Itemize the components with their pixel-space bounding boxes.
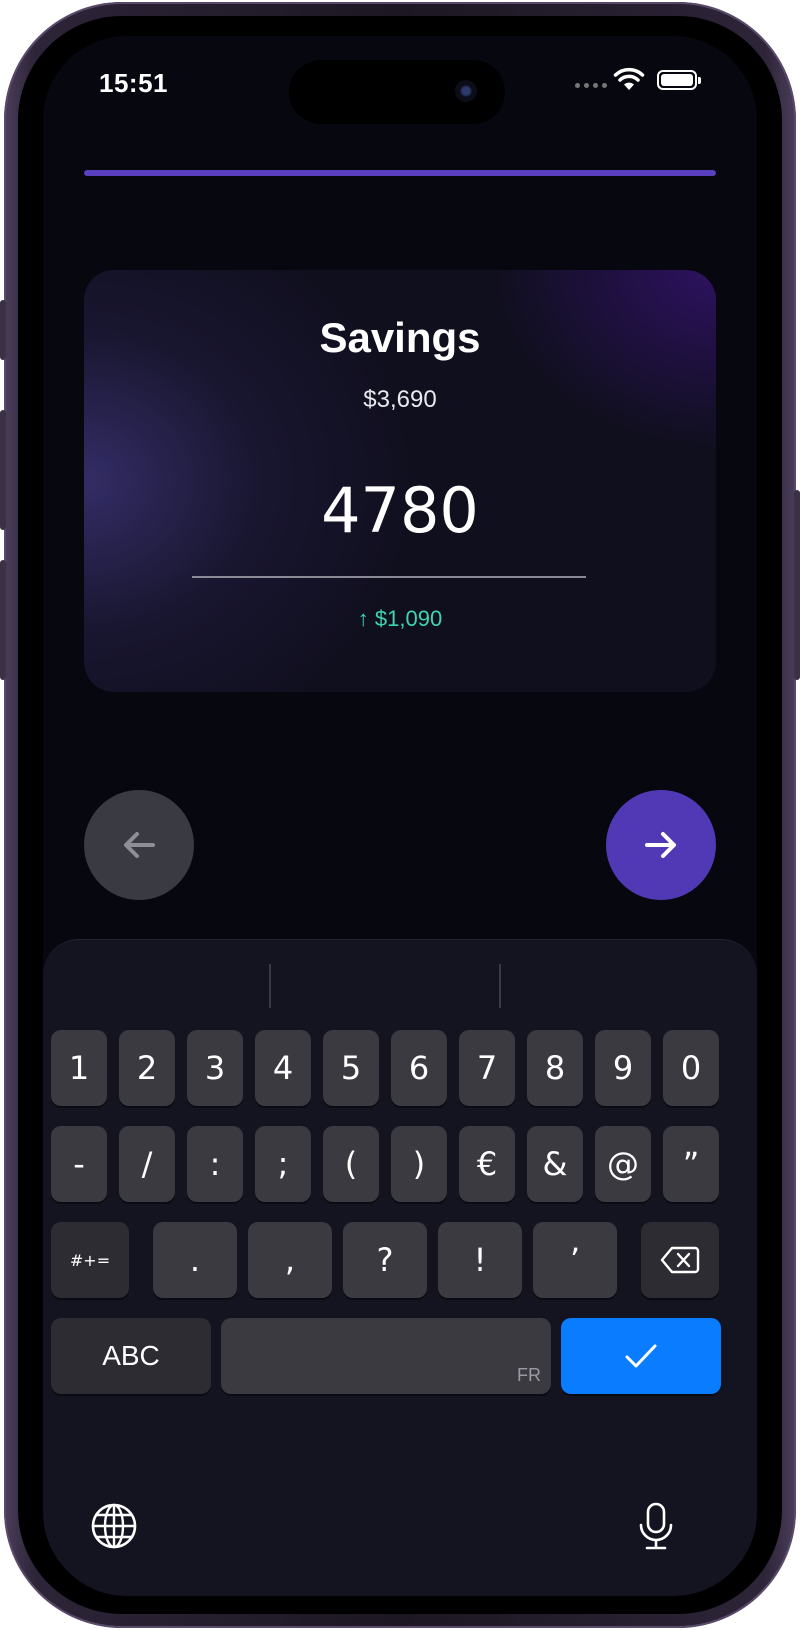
camera-icon [455, 80, 477, 102]
key-hyphen[interactable]: - [51, 1126, 107, 1202]
side-button-action [0, 300, 6, 360]
key-euro[interactable]: € [459, 1126, 515, 1202]
key-colon[interactable]: : [187, 1126, 243, 1202]
amount-underline [192, 576, 586, 578]
next-button[interactable] [606, 790, 716, 900]
card-title: Savings [319, 314, 481, 361]
key-symbols-shift[interactable]: #+= [51, 1222, 129, 1298]
side-button-power [794, 490, 800, 680]
current-balance: $3,690 [363, 386, 437, 413]
key-comma[interactable]: , [248, 1222, 332, 1298]
key-semicolon[interactable]: ; [255, 1126, 311, 1202]
arrow-right-icon [645, 832, 676, 858]
key-0[interactable]: 0 [663, 1030, 719, 1106]
amount-input[interactable] [200, 474, 600, 547]
keyboard: 1 2 3 4 5 6 7 8 9 0 - / : ; ( ) € & @ ” … [43, 939, 757, 1596]
savings-card: Savings $3,690 ↑ $1,090 [84, 270, 716, 692]
side-button-volume-up [0, 410, 6, 530]
key-8[interactable]: 8 [527, 1030, 583, 1106]
key-paren-close[interactable]: ) [391, 1126, 447, 1202]
space-bar[interactable]: FR [221, 1318, 551, 1394]
keyboard-language-label: FR [517, 1365, 541, 1385]
wifi-icon [613, 67, 645, 90]
delete-button[interactable] [641, 1222, 719, 1298]
globe-icon[interactable] [89, 1501, 139, 1551]
key-3[interactable]: 3 [187, 1030, 243, 1106]
key-exclamation[interactable]: ! [438, 1222, 522, 1298]
status-time: 15:51 [99, 68, 168, 98]
key-5[interactable]: 5 [323, 1030, 379, 1106]
key-1[interactable]: 1 [51, 1030, 107, 1106]
amount-delta: ↑ $1,090 [357, 606, 443, 631]
done-button[interactable] [561, 1318, 721, 1394]
arrow-left-icon [124, 832, 155, 858]
key-9[interactable]: 9 [595, 1030, 651, 1106]
microphone-icon[interactable] [631, 1501, 681, 1551]
key-abc[interactable]: ABC [51, 1318, 211, 1394]
key-7[interactable]: 7 [459, 1030, 515, 1106]
key-slash[interactable]: / [119, 1126, 175, 1202]
key-period[interactable]: . [153, 1222, 237, 1298]
progress-bar [84, 170, 716, 176]
key-ampersand[interactable]: & [527, 1126, 583, 1202]
key-apostrophe[interactable]: ’ [533, 1222, 617, 1298]
amount-field-wrapper [84, 474, 716, 547]
key-question[interactable]: ? [343, 1222, 427, 1298]
key-paren-open[interactable]: ( [323, 1126, 379, 1202]
key-6[interactable]: 6 [391, 1030, 447, 1106]
key-4[interactable]: 4 [255, 1030, 311, 1106]
suggestion-divider [269, 964, 271, 1008]
screen: 15:51 Savings $3,690 ↑ $1,090 [43, 36, 757, 1596]
side-button-volume-down [0, 560, 6, 680]
checkmark-icon [625, 1344, 657, 1368]
suggestion-divider [499, 964, 501, 1008]
progress-bar-fill [84, 170, 716, 176]
key-at[interactable]: @ [595, 1126, 651, 1202]
key-2[interactable]: 2 [119, 1030, 175, 1106]
key-quote[interactable]: ” [663, 1126, 719, 1202]
back-button[interactable] [84, 790, 194, 900]
dynamic-island [289, 60, 505, 124]
cellular-signal-icon [575, 83, 607, 88]
backspace-icon [660, 1246, 700, 1274]
battery-icon [657, 70, 701, 90]
